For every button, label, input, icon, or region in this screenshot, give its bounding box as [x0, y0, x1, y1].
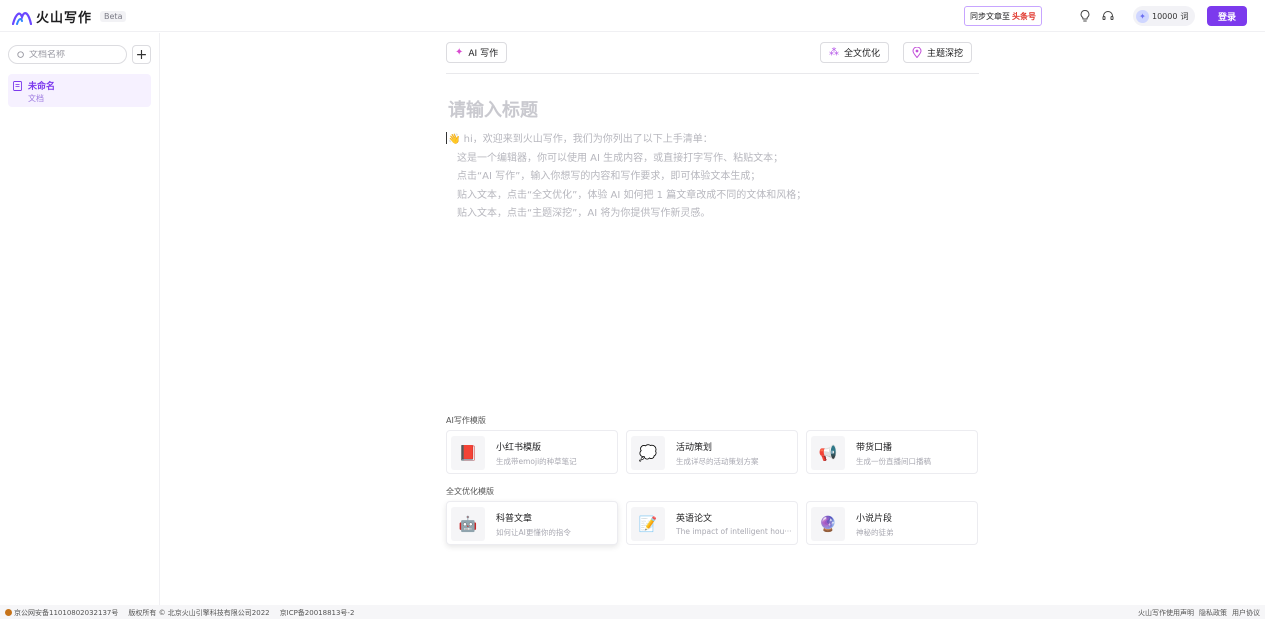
template-card-event-plan[interactable]: 💭 活动策划 生成详尽的活动策划方案: [626, 430, 798, 474]
credits-unit: 词: [1180, 11, 1189, 21]
card-title: 小说片段: [856, 514, 893, 524]
doc-search-box[interactable]: [8, 45, 127, 64]
intro-line: 👋 hi，欢迎来到火山写作，我们为你列出了以下上手清单：: [446, 132, 713, 145]
template-card-novel-excerpt[interactable]: 🔮 小说片段 神秘的徒弟: [806, 501, 978, 545]
intro-line: 贴入文本，点击“主题深挖”，AI 将为你提供写作新灵感。: [457, 208, 711, 219]
ai-write-button[interactable]: ✦ AI 写作: [446, 42, 508, 63]
sidebar: + 未命名 文档: [0, 33, 160, 605]
topic-dig-button[interactable]: 主题深挖: [903, 42, 973, 63]
card-title: 小红书模版: [496, 443, 542, 453]
template-card-science-article[interactable]: 🤖 科普文章 如何让AI更懂你的指令: [446, 501, 618, 545]
template-card-xiaohongshu[interactable]: 📕 小红书模版 生成带emoji的种草笔记: [446, 430, 618, 474]
document-icon: [13, 81, 22, 91]
sync-article-button[interactable]: 同步文章至 头条号: [964, 6, 1042, 26]
word-credits[interactable]: ✦ 10000 词: [1133, 6, 1196, 26]
coin-icon: ✦: [1136, 9, 1149, 23]
editor-body[interactable]: 👋 hi，欢迎来到火山写作，我们为你列出了以下上手清单： 这是一个编辑器，你可以…: [446, 131, 806, 224]
megaphone-icon: 📢: [811, 436, 845, 470]
sparkle-icon: ✦: [455, 47, 464, 58]
card-desc: 生成一份直播间口播稿: [856, 457, 931, 466]
ai-write-label: AI 写作: [468, 49, 499, 59]
headset-icon[interactable]: [1101, 9, 1115, 23]
search-icon: [17, 50, 24, 58]
title-input[interactable]: 请输入标题: [448, 96, 538, 122]
card-title: 活动策划: [676, 443, 713, 453]
app-logo[interactable]: 火山写作 Beta: [12, 7, 127, 26]
app-name: 火山写作: [36, 11, 93, 26]
doc-search-input[interactable]: [29, 49, 119, 60]
optimize-label: 全文优化: [844, 49, 881, 59]
location-pin-icon: [912, 47, 922, 58]
lightbulb-icon[interactable]: [1078, 9, 1092, 23]
user-agreement-link[interactable]: 用户协议: [1232, 608, 1260, 618]
memo-icon: 📝: [631, 507, 665, 541]
template-card-live-sales[interactable]: 📢 带货口播 生成一份直播间口播稿: [806, 430, 978, 474]
card-desc: The impact of intelligent hou···: [676, 527, 792, 536]
card-title: 科普文章: [496, 514, 533, 524]
beta-badge: Beta: [100, 11, 127, 22]
sidebar-doc-item[interactable]: 未命名 文档: [8, 74, 151, 107]
icp-link[interactable]: 京ICP备20018813号-2: [280, 608, 355, 618]
usage-statement-link[interactable]: 火山写作使用声明: [1138, 608, 1194, 618]
optimize-template-section-label: 全文优化模版: [446, 487, 494, 496]
doc-item-title: 未命名: [28, 82, 56, 92]
volcano-logo-icon: [12, 11, 32, 25]
robot-icon: 🤖: [451, 507, 485, 541]
intro-line: 贴入文本，点击“全文优化”，体验 AI 如何把 1 篇文章改成不同的文体和风格；: [457, 189, 807, 201]
intro-line: 点击“AI 写作”，输入你想写的内容和写作要求，即可体验文本生成；: [457, 171, 761, 182]
copyright-text: 版权所有 © 北京火山引擎科技有限公司2022: [128, 609, 270, 617]
ai-template-section-label: AI写作模版: [446, 416, 486, 425]
full-text-optimize-button[interactable]: ⁂ 全文优化: [820, 42, 890, 63]
topic-label: 主题深挖: [927, 49, 964, 59]
text-caret: [446, 132, 447, 144]
card-desc: 生成带emoji的种草笔记: [496, 457, 577, 466]
card-desc: 如何让AI更懂你的指令: [496, 528, 571, 537]
card-desc: 神秘的徒弟: [856, 528, 894, 537]
sync-brand: 头条号: [1012, 11, 1036, 21]
sync-text: 同步文章至: [970, 11, 1010, 21]
police-record-link[interactable]: 京公网安备11010802032137号: [5, 608, 118, 618]
template-card-english-paper[interactable]: 📝 英语论文 The impact of intelligent hou···: [626, 501, 798, 545]
privacy-policy-link[interactable]: 隐私政策: [1199, 608, 1227, 618]
doc-item-subtitle: 文档: [28, 94, 44, 103]
crystal-ball-icon: 🔮: [811, 507, 845, 541]
magic-wand-icon: ⁂: [829, 47, 839, 58]
card-desc: 生成详尽的活动策划方案: [676, 457, 759, 466]
red-book-icon: 📕: [451, 436, 485, 470]
login-button[interactable]: 登录: [1207, 6, 1247, 26]
card-title: 带货口播: [856, 443, 893, 453]
add-document-button[interactable]: +: [132, 45, 151, 64]
card-title: 英语论文: [676, 514, 713, 524]
footer: 京公网安备11010802032137号 版权所有 © 北京火山引擎科技有限公司…: [0, 605, 1265, 619]
intro-line: 这是一个编辑器，你可以使用 AI 生成内容，或直接打字写作、粘贴文本；: [457, 152, 784, 164]
speech-bubble-icon: 💭: [631, 436, 665, 470]
police-badge-icon: [5, 609, 12, 616]
toolbar-divider: [446, 73, 979, 74]
credits-value: 10000: [1152, 11, 1178, 21]
top-bar: 火山写作 Beta 同步文章至 头条号 ✦ 10000 词 登录: [0, 0, 1265, 32]
